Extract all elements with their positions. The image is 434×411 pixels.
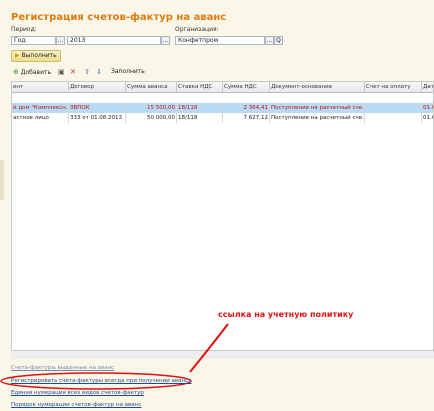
annotation-arrow	[189, 323, 229, 373]
link-unified-numbering[interactable]: Единая нумерация всех видов счетов-факту…	[11, 390, 144, 396]
annotation-overlay	[0, 323, 229, 390]
link-advance-invoices[interactable]: Счета-фактуры выданные на аванс	[11, 365, 114, 371]
link-register-always[interactable]: Регистрировать счета-фактуры всегда при …	[11, 378, 191, 384]
link-numbering-order[interactable]: Порядок нумерации счетов-фактур на аванс	[11, 402, 141, 408]
